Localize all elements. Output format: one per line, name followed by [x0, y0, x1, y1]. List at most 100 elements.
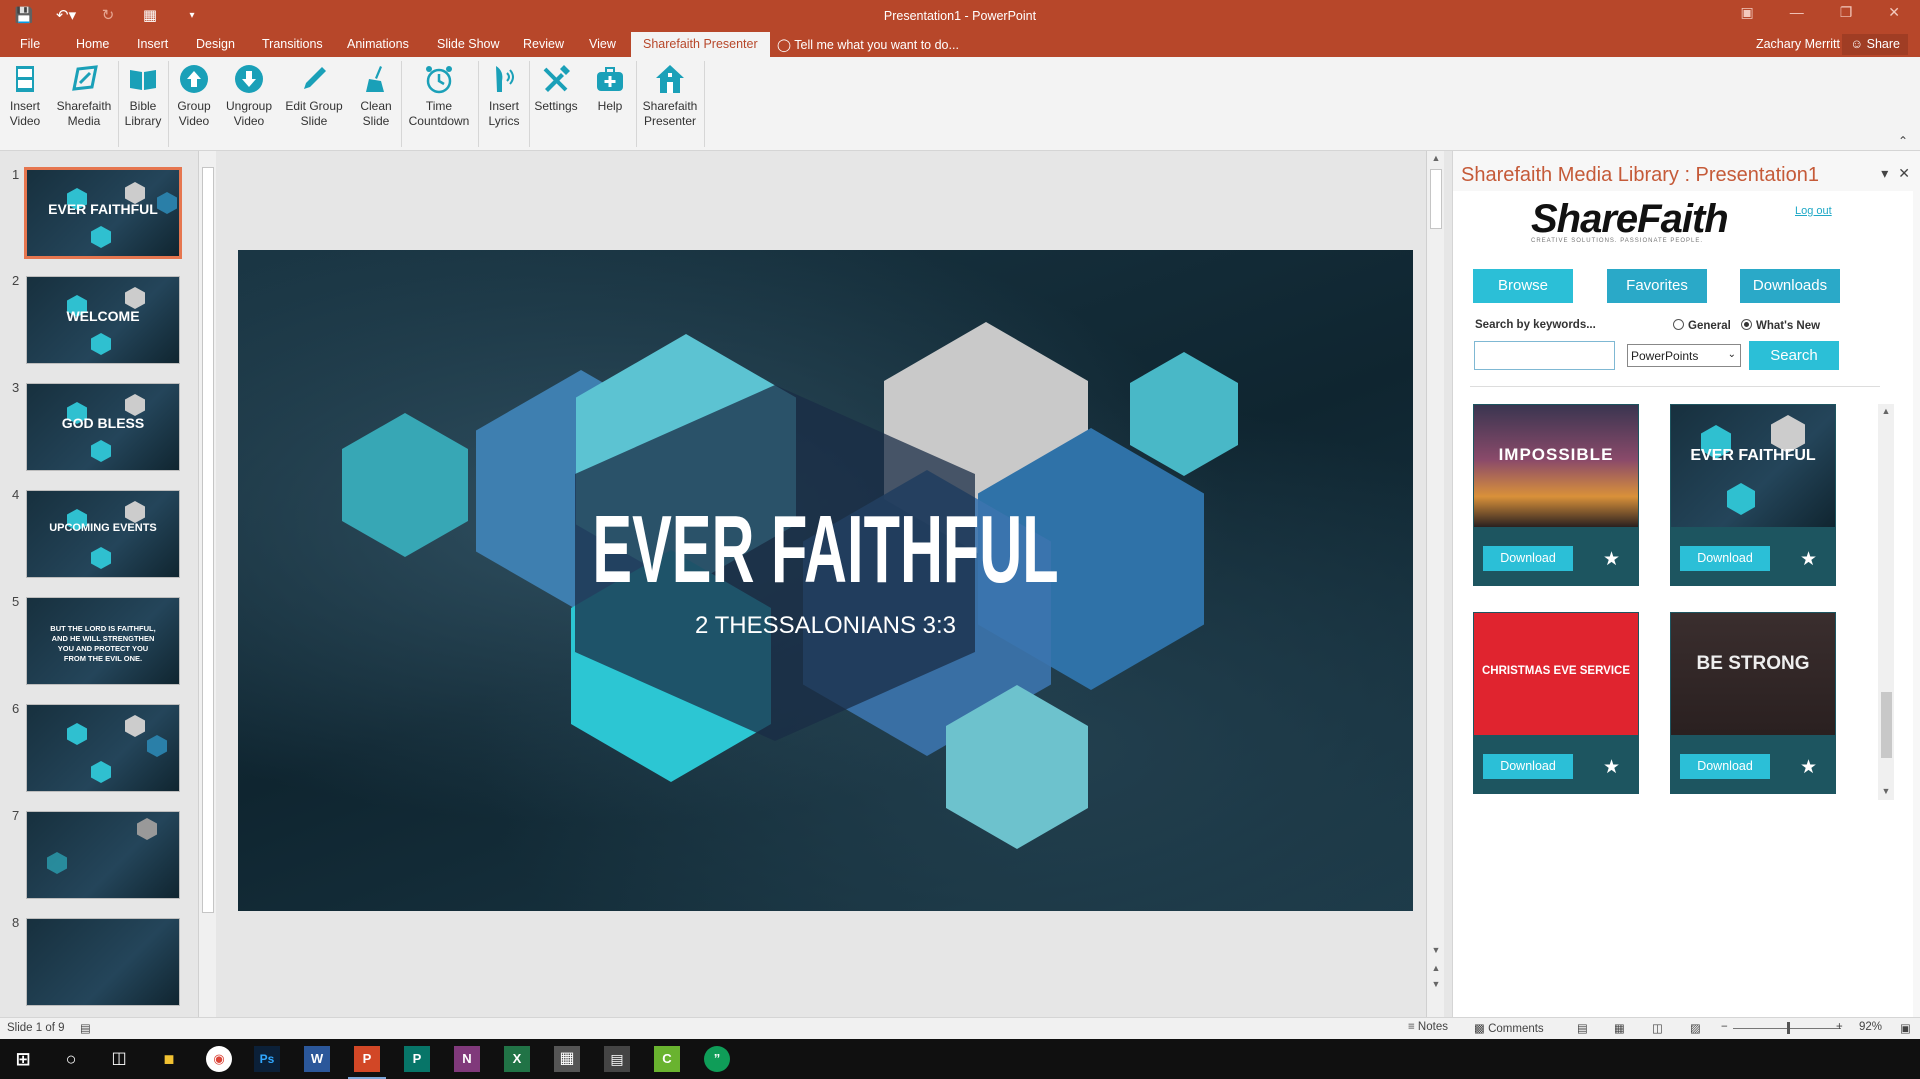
- tab-transitions[interactable]: Transitions: [262, 37, 323, 51]
- download-button[interactable]: Download: [1680, 546, 1770, 571]
- file-explorer-icon[interactable]: ■: [156, 1046, 182, 1072]
- slide-thumbnail-5[interactable]: BUT THE LORD IS FAITHFUL, AND HE WILL ST…: [26, 597, 180, 685]
- help-button[interactable]: Help: [589, 63, 631, 145]
- slide-thumbnail-1[interactable]: EVER FAITHFUL: [24, 167, 182, 259]
- favorites-button[interactable]: Favorites: [1607, 269, 1707, 303]
- ungroup-video-button[interactable]: Ungroup Video: [223, 63, 275, 145]
- group-video-button[interactable]: Group Video: [172, 63, 216, 145]
- pane-close-icon[interactable]: ✕: [1898, 165, 1910, 182]
- tab-review[interactable]: Review: [523, 37, 564, 51]
- task-view-icon[interactable]: ◫: [106, 1046, 132, 1072]
- slide-thumbnail-8[interactable]: [26, 918, 180, 1006]
- tab-design[interactable]: Design: [196, 37, 235, 51]
- media-card[interactable]: EVER FAITHFUL Download ★: [1670, 404, 1836, 586]
- edit-group-slide-button[interactable]: Edit Group Slide: [282, 63, 346, 145]
- media-encoder-icon[interactable]: ▤: [604, 1046, 630, 1072]
- insert-video-button[interactable]: Insert Video: [4, 63, 46, 145]
- media-card[interactable]: IMPOSSIBLE Download ★: [1473, 404, 1639, 586]
- slide-thumbnail-2[interactable]: WELCOME: [26, 276, 180, 364]
- clean-slide-button[interactable]: Clean Slide: [354, 63, 398, 145]
- powerpoint-icon[interactable]: P: [348, 1046, 386, 1079]
- next-slide-icon[interactable]: ▼: [1427, 979, 1445, 989]
- downloads-button[interactable]: Downloads: [1740, 269, 1840, 303]
- tab-sharefaith-presenter[interactable]: Sharefaith Presenter: [631, 32, 770, 57]
- sharefaith-presenter-button[interactable]: Sharefaith Presenter: [639, 63, 701, 145]
- restore-icon[interactable]: ❐: [1840, 4, 1853, 21]
- tell-me-box[interactable]: ◯ Tell me what you want to do...: [777, 37, 959, 52]
- sharefaith-media-button[interactable]: Sharefaith Media: [52, 63, 116, 145]
- slide-title[interactable]: EVER FAITHFUL: [461, 495, 1190, 605]
- cortana-search-icon[interactable]: ○: [58, 1046, 84, 1072]
- scroll-up-icon[interactable]: ▲: [1427, 153, 1445, 163]
- settings-button[interactable]: Settings: [532, 63, 580, 145]
- download-button[interactable]: Download: [1483, 754, 1573, 779]
- zoom-in-icon[interactable]: +: [1836, 1021, 1843, 1033]
- scrollbar-thumb[interactable]: [202, 167, 214, 913]
- favorite-star-icon[interactable]: ★: [1800, 756, 1817, 779]
- word-icon[interactable]: W: [304, 1046, 330, 1072]
- publisher-icon[interactable]: P: [404, 1046, 430, 1072]
- zoom-out-icon[interactable]: −: [1721, 1021, 1728, 1033]
- windows-start-icon[interactable]: ⊞: [10, 1046, 36, 1072]
- tab-file[interactable]: File: [20, 37, 40, 51]
- chrome-icon[interactable]: ◉: [206, 1046, 232, 1072]
- calculator-icon[interactable]: ▦: [554, 1046, 580, 1072]
- bible-library-button[interactable]: Bible Library: [121, 63, 165, 145]
- user-name[interactable]: Zachary Merritt: [1756, 37, 1840, 51]
- logout-link[interactable]: Log out: [1795, 205, 1832, 217]
- zoom-level[interactable]: 92%: [1859, 1021, 1882, 1033]
- favorite-star-icon[interactable]: ★: [1603, 548, 1620, 571]
- spelling-check-icon[interactable]: ▤: [80, 1021, 91, 1035]
- insert-lyrics-button[interactable]: Insert Lyrics: [482, 63, 526, 145]
- thumbnails-scrollbar[interactable]: [198, 151, 216, 1017]
- camtasia-icon[interactable]: C: [654, 1046, 680, 1072]
- minimize-icon[interactable]: —: [1790, 4, 1804, 21]
- slide-thumbnail-3[interactable]: GOD BLESS: [26, 383, 180, 471]
- tab-view[interactable]: View: [589, 37, 616, 51]
- collapse-ribbon-icon[interactable]: ⌃: [1898, 134, 1908, 148]
- current-slide[interactable]: EVER FAITHFUL 2 THESSALONIANS 3:3: [238, 250, 1413, 911]
- notes-button[interactable]: ≡ Notes: [1408, 1021, 1448, 1033]
- slide-scrollbar[interactable]: ▲ ▼ ▲ ▼: [1426, 151, 1444, 1017]
- category-select[interactable]: PowerPoints ⌄: [1627, 344, 1741, 367]
- photoshop-icon[interactable]: Ps: [254, 1046, 280, 1072]
- media-card[interactable]: CHRISTMAS EVE SERVICE Download ★: [1473, 612, 1639, 794]
- reading-view-icon[interactable]: ◫: [1652, 1021, 1663, 1035]
- scroll-up-icon[interactable]: ▲: [1878, 406, 1894, 416]
- scroll-down-icon[interactable]: ▼: [1878, 786, 1894, 796]
- search-input[interactable]: [1474, 341, 1615, 370]
- normal-view-icon[interactable]: ▤: [1577, 1021, 1588, 1035]
- close-icon[interactable]: ✕: [1888, 4, 1900, 21]
- scroll-down-icon[interactable]: ▼: [1427, 945, 1445, 955]
- favorite-star-icon[interactable]: ★: [1603, 756, 1620, 779]
- ribbon-display-options-icon[interactable]: ▣: [1740, 4, 1753, 21]
- slide-thumbnail-7[interactable]: [26, 811, 180, 899]
- excel-icon[interactable]: X: [504, 1046, 530, 1072]
- radio-general[interactable]: General: [1673, 319, 1731, 332]
- slide-thumbnail-6[interactable]: [26, 704, 180, 792]
- tab-slide-show[interactable]: Slide Show: [437, 37, 500, 51]
- search-button[interactable]: Search: [1749, 341, 1839, 370]
- fit-to-window-icon[interactable]: ▣: [1900, 1021, 1911, 1035]
- tab-insert[interactable]: Insert: [137, 37, 168, 51]
- slide-sorter-icon[interactable]: ▦: [1614, 1021, 1625, 1035]
- radio-whats-new[interactable]: What's New: [1741, 319, 1820, 332]
- favorite-star-icon[interactable]: ★: [1800, 548, 1817, 571]
- zoom-slider[interactable]: [1733, 1022, 1841, 1034]
- download-button[interactable]: Download: [1483, 546, 1573, 571]
- tab-home[interactable]: Home: [76, 37, 109, 51]
- media-card[interactable]: BE STRONG Download ★: [1670, 612, 1836, 794]
- scrollbar-thumb[interactable]: [1881, 692, 1892, 758]
- hangouts-icon[interactable]: ”: [704, 1046, 730, 1072]
- browse-button[interactable]: Browse: [1473, 269, 1573, 303]
- slide-subtitle[interactable]: 2 THESSALONIANS 3:3: [238, 612, 1413, 640]
- tab-animations[interactable]: Animations: [347, 37, 409, 51]
- slide-thumbnail-4[interactable]: UPCOMING EVENTS: [26, 490, 180, 578]
- onenote-icon[interactable]: N: [454, 1046, 480, 1072]
- pane-options-icon[interactable]: ▾: [1881, 165, 1888, 182]
- share-button[interactable]: ☺ Share: [1842, 34, 1908, 55]
- previous-slide-icon[interactable]: ▲: [1427, 963, 1445, 973]
- media-grid-scrollbar[interactable]: ▲ ▼: [1878, 404, 1894, 800]
- slide-show-icon[interactable]: ▨: [1690, 1021, 1701, 1035]
- download-button[interactable]: Download: [1680, 754, 1770, 779]
